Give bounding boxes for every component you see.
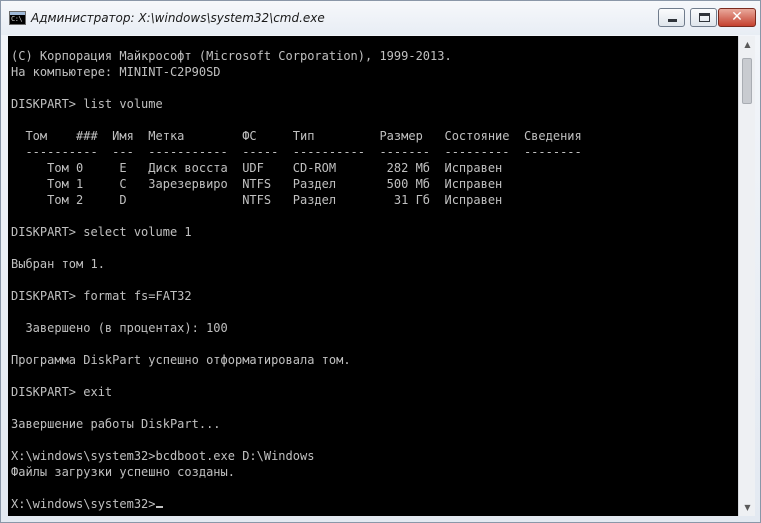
console-line: Завершение работы DiskPart...	[11, 416, 582, 432]
console-line-text: Том 2 D NTFS Раздел 31 Гб Исправен	[11, 193, 503, 207]
console-line-text: Том 0 E Диск восста UDF CD-ROM 282 Мб Ис…	[11, 161, 503, 175]
console-line: (C) Корпорация Майкрософт (Microsoft Cor…	[11, 48, 582, 64]
console-line: DISKPART> list volume	[11, 96, 582, 112]
console-line-text: Файлы загрузки успешно созданы.	[11, 465, 235, 479]
close-icon: ✕	[731, 9, 743, 25]
console-line: Том 0 E Диск восста UDF CD-ROM 282 Мб Ис…	[11, 160, 582, 176]
vertical-scrollbar[interactable]: ▲ ▼	[738, 36, 755, 516]
console-line-text: Программа DiskPart успешно отформатирова…	[11, 353, 351, 367]
close-button[interactable]: ✕	[718, 8, 756, 27]
text-cursor	[155, 506, 163, 508]
scroll-thumb[interactable]	[742, 58, 752, 104]
console-line: Файлы загрузки успешно созданы.	[11, 464, 582, 480]
console-line-text: DISKPART> select volume 1	[11, 225, 192, 239]
scroll-down-icon[interactable]: ▼	[739, 499, 756, 516]
console-line-text: Завершение работы DiskPart...	[11, 417, 221, 431]
console-line: Том ### Имя Метка ФС Тип Размер Состояни…	[11, 128, 582, 144]
console-line-text: На компьютере: MININT-C2P90SD	[11, 65, 221, 79]
console-line: X:\windows\system32>bcdboot.exe D:\Windo…	[11, 448, 582, 464]
maximize-icon	[699, 13, 710, 22]
console-output[interactable]: (C) Корпорация Майкрософт (Microsoft Cor…	[8, 36, 738, 516]
console-line: На компьютере: MININT-C2P90SD	[11, 64, 582, 80]
console-line: DISKPART> format fs=FAT32	[11, 288, 582, 304]
minimize-button[interactable]	[658, 8, 685, 27]
console-line-text: Том ### Имя Метка ФС Тип Размер Состояни…	[11, 129, 582, 143]
console-line: ---------- --- ----------- ----- -------…	[11, 144, 582, 160]
console-line: Программа DiskPart успешно отформатирова…	[11, 352, 582, 368]
console-line: Выбран том 1.	[11, 256, 582, 272]
console-lines: (C) Корпорация Майкрософт (Microsoft Cor…	[11, 48, 582, 512]
console-line-text: Выбран том 1.	[11, 257, 105, 271]
cmd-window: C:\ Администратор: X:\windows\system32\c…	[0, 0, 761, 523]
console-line-text: DISKPART> list volume	[11, 97, 163, 111]
minimize-icon	[668, 19, 677, 22]
console-line-text: DISKPART> exit	[11, 385, 113, 399]
icon-prompt-text: C:\	[11, 15, 23, 23]
maximize-button[interactable]	[690, 8, 717, 27]
console-line: Том 2 D NTFS Раздел 31 Гб Исправен	[11, 192, 582, 208]
console-line-text: ---------- --- ----------- ----- -------…	[11, 145, 582, 159]
console-line-text: X:\windows\system32>bcdboot.exe D:\Windo…	[11, 449, 315, 463]
console-line: Том 1 C Зарезервиро NTFS Раздел 500 Мб И…	[11, 176, 582, 192]
console-line: X:\windows\system32>	[11, 496, 582, 512]
console-line-text: DISKPART> format fs=FAT32	[11, 289, 192, 303]
cmd-app-icon[interactable]: C:\	[9, 11, 26, 25]
scroll-up-icon[interactable]: ▲	[739, 36, 756, 53]
console-line: DISKPART> select volume 1	[11, 224, 582, 240]
console-line: Завершено (в процентах): 100	[11, 320, 582, 336]
console-line-text: (C) Корпорация Майкрософт (Microsoft Cor…	[11, 49, 452, 63]
console-line-text: Том 1 C Зарезервиро NTFS Раздел 500 Мб И…	[11, 177, 503, 191]
window-title: Администратор: X:\windows\system32\cmd.e…	[31, 11, 325, 25]
title-bar[interactable]: C:\ Администратор: X:\windows\system32\c…	[1, 1, 760, 35]
console-line-text: Завершено (в процентах): 100	[11, 321, 228, 335]
console-line: DISKPART> exit	[11, 384, 582, 400]
console-line-text: X:\windows\system32>	[11, 497, 156, 511]
